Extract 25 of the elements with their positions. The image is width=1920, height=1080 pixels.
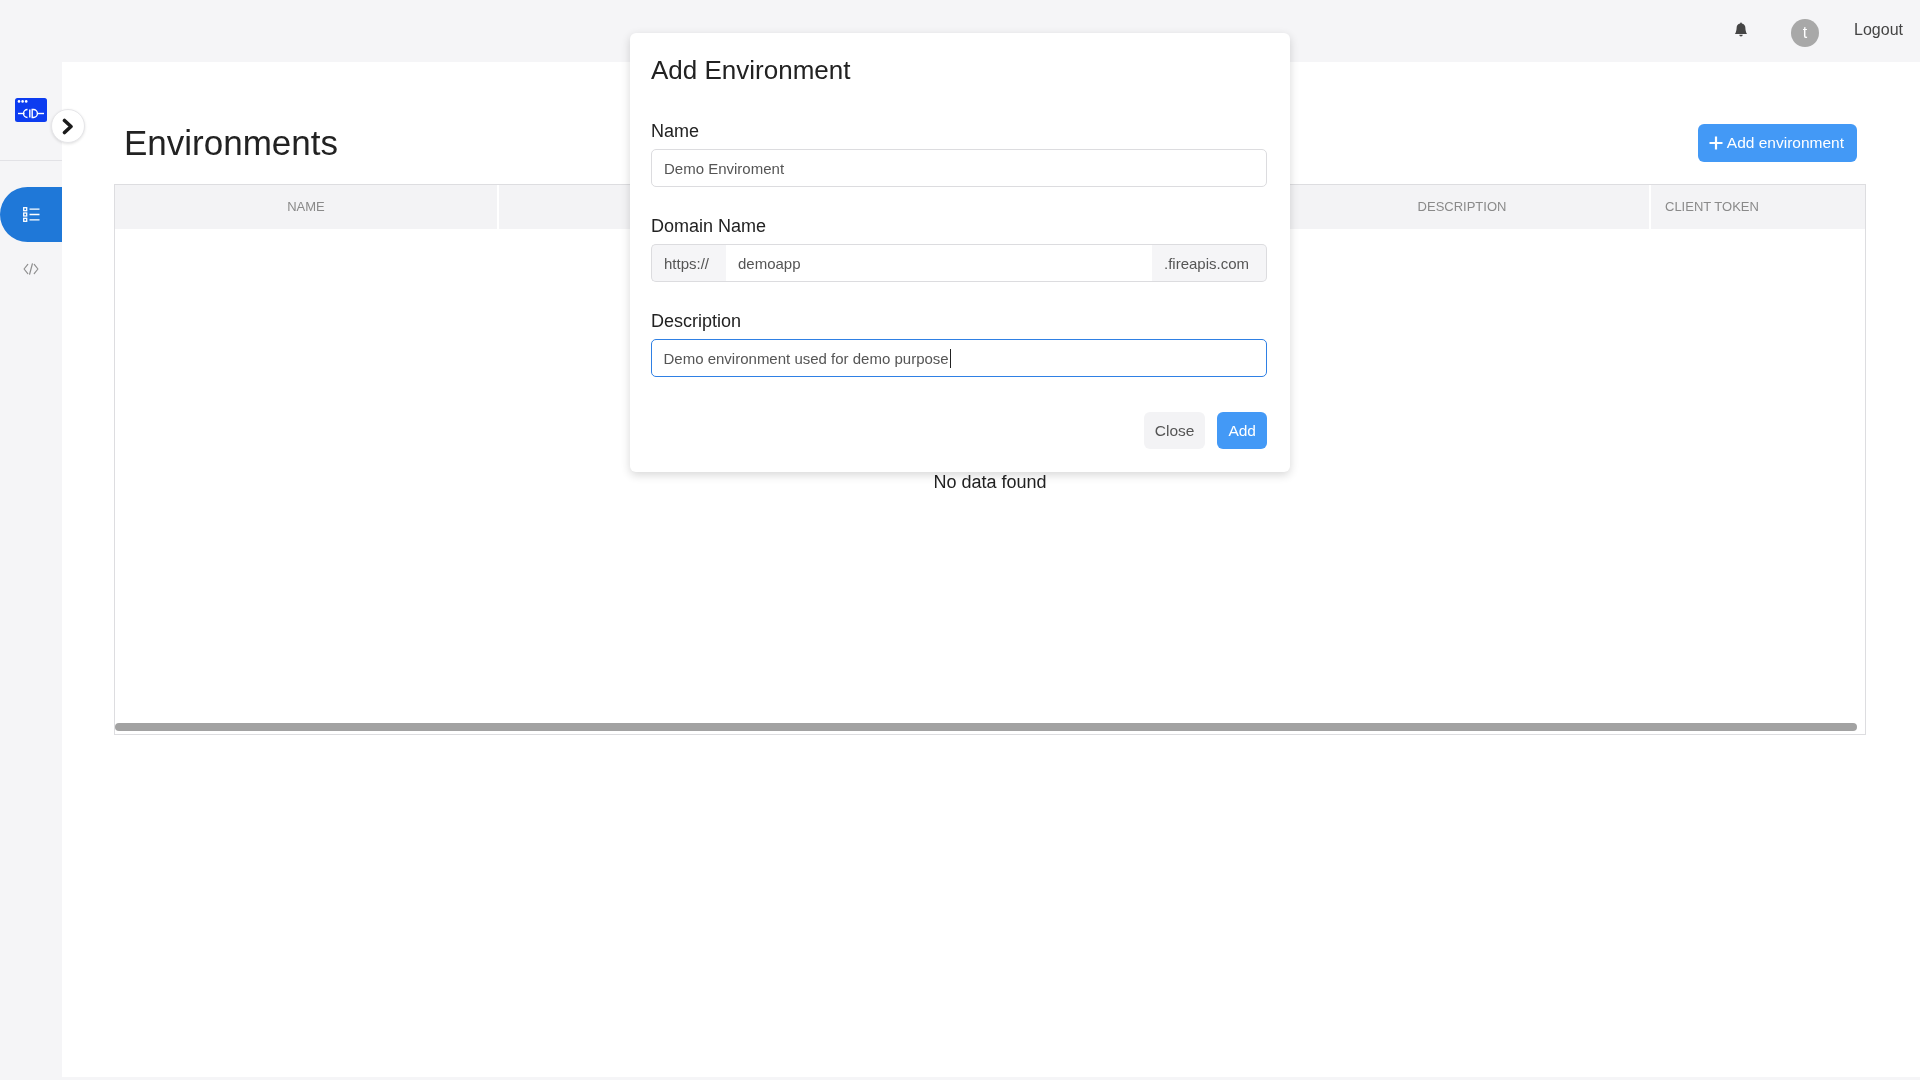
input-field[interactable]: Demo environment used for demo purpose — [651, 339, 1267, 377]
input-field[interactable]: Demo Enviroment — [651, 149, 1267, 187]
field-label: Domain Name — [651, 215, 768, 237]
logout-link[interactable]: Logout — [1854, 21, 1903, 39]
code-icon — [23, 263, 39, 275]
bell-icon[interactable] — [1734, 22, 1749, 37]
empty-message: No data found — [933, 471, 1047, 493]
list-icon — [22, 207, 40, 222]
chevron-right-icon — [62, 117, 74, 135]
url-suffix: .fireapis.com — [1152, 244, 1267, 282]
text-cursor-icon — [949, 348, 951, 368]
column-header: CLIENT TOKEN — [1649, 185, 1865, 229]
input-field[interactable]: demoapp — [726, 244, 1152, 282]
sidebar-toggle-button[interactable] — [51, 109, 85, 143]
dialog-title: Add Environment — [651, 55, 852, 86]
field-label: Description — [651, 310, 743, 332]
url-prefix: https:// — [651, 244, 726, 282]
horizontal-scrollbar[interactable] — [115, 723, 1857, 731]
page-title: Environments — [124, 122, 338, 164]
dialog-button[interactable]: Close — [1143, 412, 1206, 449]
field-label: Name — [651, 120, 700, 142]
sidebar-item[interactable] — [0, 187, 62, 242]
plus-icon — [1708, 136, 1723, 150]
column-header: NAME — [286, 198, 326, 216]
logo-icon — [15, 98, 47, 122]
